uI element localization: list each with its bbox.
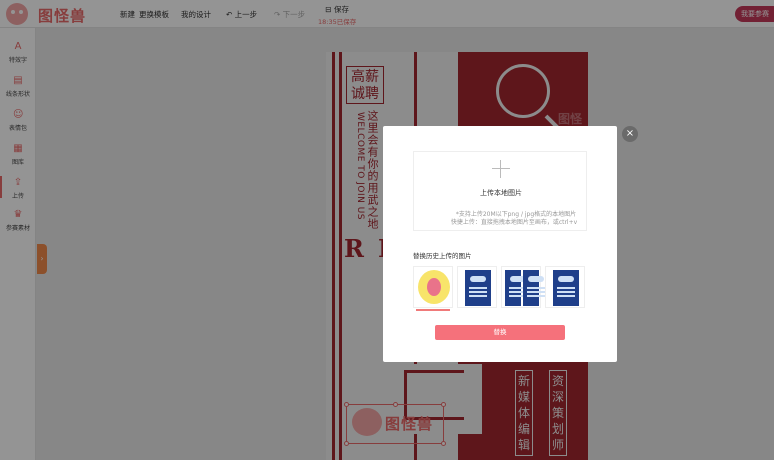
- poster-document-image: [553, 270, 579, 306]
- replace-button[interactable]: 替换: [435, 325, 565, 340]
- plus-icon: [492, 160, 510, 178]
- history-thumbnail[interactable]: [413, 266, 453, 311]
- replace-image-dialog: 上传本地图片 *支持上传20M以下png / jpg格式的本地图片 快捷上传：直…: [383, 126, 617, 362]
- upload-dropzone[interactable]: 上传本地图片 *支持上传20M以下png / jpg格式的本地图片 快捷上传：直…: [413, 151, 587, 231]
- poster-document-image: [505, 270, 527, 306]
- upload-hint: 快捷上传：直接拖拽本地图片至画布，或ctrl+v: [450, 219, 578, 226]
- poster-document-image: [465, 270, 491, 306]
- close-icon[interactable]: ×: [622, 126, 638, 142]
- history-thumbnail[interactable]: [501, 266, 545, 308]
- history-thumbnail[interactable]: [457, 266, 497, 308]
- history-thumbnail[interactable]: [545, 266, 585, 308]
- poster-document-image: [523, 270, 545, 306]
- history-section-label: 替换历史上传的图片: [413, 252, 472, 260]
- monster-avatar-image: [418, 270, 450, 304]
- upload-title: 上传本地图片: [480, 189, 522, 197]
